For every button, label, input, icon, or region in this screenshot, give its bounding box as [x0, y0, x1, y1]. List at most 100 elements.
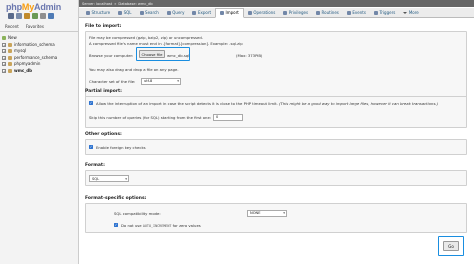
main-tab-bar: Structure SQL Search Query Export Import…: [79, 7, 474, 18]
tab-label: Privileges: [288, 10, 309, 15]
tab-favorites[interactable]: Favorites: [25, 24, 45, 29]
compression-example: A compressed file's name must end in .[f…: [89, 41, 243, 46]
tab-label: Routines: [321, 10, 339, 15]
events-icon: [346, 10, 351, 15]
charset-select[interactable]: utf-8: [141, 77, 181, 85]
allow-interrupt-note: (This might be a good way to import larg…: [279, 101, 439, 106]
tab-label: SQL: [123, 10, 132, 15]
partial-import-heading: Partial import:: [85, 89, 122, 94]
logo-php: php: [6, 2, 22, 12]
reload-icon[interactable]: [48, 13, 54, 19]
other-options-heading: Other options:: [85, 132, 122, 137]
selected-file-name: wmc_db.sql: [167, 52, 190, 58]
sql-icon: [118, 10, 123, 15]
foreign-key-checks-label: Enable foreign key checks: [96, 145, 146, 150]
structure-icon: [86, 10, 90, 15]
allow-interrupt-checkbox[interactable]: ✓: [89, 101, 93, 105]
tab-more[interactable]: More: [399, 8, 422, 18]
browse-label: Browse your computer:: [89, 53, 134, 58]
expand-icon[interactable]: +: [2, 42, 6, 47]
logout-icon[interactable]: [16, 13, 22, 19]
auto-increment-code: AUTO_INCREMENT: [142, 224, 172, 228]
no-auto-increment-checkbox[interactable]: ✓: [114, 223, 118, 227]
new-db-icon: [2, 36, 6, 41]
breadcrumb-server[interactable]: Server: localhost: [82, 2, 112, 6]
choose-file-button[interactable]: Choose file: [139, 50, 165, 58]
tree-item-wmc-db[interactable]: + wmc_db: [2, 68, 57, 75]
settings-icon[interactable]: [40, 13, 46, 19]
file-to-import-panel: File may be compressed (gzip, bzip2, zip…: [85, 31, 467, 101]
file-to-import-heading: File to import:: [85, 24, 122, 29]
tree-label: wmc_db: [14, 67, 32, 73]
tab-label: More: [408, 10, 419, 15]
other-options-panel: ✓ Enable foreign key checks: [85, 139, 467, 155]
compression-note: File may be compressed (gzip, bzip2, zip…: [89, 35, 203, 40]
foreign-key-checks-checkbox[interactable]: ✓: [89, 145, 93, 149]
import-icon: [220, 10, 225, 15]
tab-label: Search: [145, 10, 159, 15]
breadcrumb: Server: localhost » Database: wmc_db: [79, 0, 474, 7]
tab-sql[interactable]: SQL: [114, 8, 135, 18]
breadcrumb-separator: »: [114, 1, 117, 6]
partial-import-panel: ✓ Allow the interruption of an import in…: [85, 96, 467, 128]
sidebar-icon-bar: [8, 13, 54, 19]
sql-compat-label: SQL compatibility mode:: [114, 211, 161, 216]
skip-queries-input[interactable]: 0: [213, 113, 243, 121]
tab-triggers[interactable]: Triggers: [370, 8, 399, 18]
tab-label: Triggers: [379, 10, 396, 15]
routines-icon: [316, 10, 321, 15]
home-icon[interactable]: [8, 13, 14, 19]
drag-drop-hint: You may also drag and drop a file on any…: [89, 67, 179, 72]
tab-label: Query: [172, 10, 185, 15]
operations-icon: [247, 10, 252, 15]
database-icon: [8, 68, 12, 73]
tab-label: Events: [352, 10, 366, 15]
expand-icon[interactable]: +: [2, 68, 6, 73]
search-icon: [139, 10, 144, 15]
tab-export[interactable]: Export: [188, 8, 215, 18]
breadcrumb-database[interactable]: Database: wmc_db: [118, 2, 152, 6]
max-upload-size: (Max: 373PiB): [236, 53, 263, 58]
charset-label: Character set of the file:: [89, 79, 136, 84]
navigation-sidebar: phpMyAdmin Recent Favorites New + inform…: [0, 0, 79, 264]
triggers-icon: [373, 10, 378, 15]
tab-label: Structure: [91, 10, 111, 15]
chevron-down-icon: [403, 11, 408, 14]
tab-operations[interactable]: Operations: [244, 8, 280, 18]
tab-label: Export: [197, 10, 212, 15]
expand-icon[interactable]: +: [2, 49, 6, 54]
tab-recent[interactable]: Recent: [4, 24, 20, 29]
docs-icon[interactable]: [24, 13, 30, 19]
go-button[interactable]: Go: [443, 241, 459, 251]
query-icon: [166, 10, 171, 15]
format-select[interactable]: SQL: [89, 175, 129, 182]
expand-icon[interactable]: +: [2, 55, 6, 60]
tab-import[interactable]: Import: [215, 7, 244, 18]
privileges-icon: [283, 10, 288, 15]
database-icon: [8, 49, 12, 54]
tab-privileges[interactable]: Privileges: [279, 8, 312, 18]
tab-events[interactable]: Events: [343, 8, 370, 18]
allow-interrupt-text: Allow the interruption of an import in c…: [96, 101, 278, 106]
tab-structure[interactable]: Structure: [82, 8, 114, 18]
logo-admin: Admin: [34, 2, 62, 12]
tab-label: Operations: [253, 10, 276, 15]
sidebar-tabs: Recent Favorites: [4, 24, 45, 29]
database-icon: [8, 62, 12, 67]
format-panel: SQL: [85, 170, 467, 186]
help-icon[interactable]: [32, 13, 38, 19]
tab-search[interactable]: Search: [136, 8, 163, 18]
export-icon: [192, 10, 197, 15]
database-icon: [8, 42, 12, 47]
tab-routines[interactable]: Routines: [312, 8, 343, 18]
expand-icon[interactable]: +: [2, 62, 6, 67]
no-auto-increment-label: Do not use AUTO_INCREMENT for zero value…: [121, 223, 201, 228]
database-icon: [8, 55, 12, 60]
format-specific-heading: Format-specific options:: [85, 196, 147, 201]
sidebar-divider: [0, 31, 78, 32]
skip-queries-label: Skip this number of queries (for SQL) st…: [89, 115, 212, 120]
sql-compat-select[interactable]: NONE: [247, 209, 287, 217]
phpmyadmin-logo[interactable]: phpMyAdmin: [6, 2, 61, 12]
tab-query[interactable]: Query: [163, 8, 189, 18]
no-auto-increment-prefix: Do not use: [121, 223, 142, 228]
